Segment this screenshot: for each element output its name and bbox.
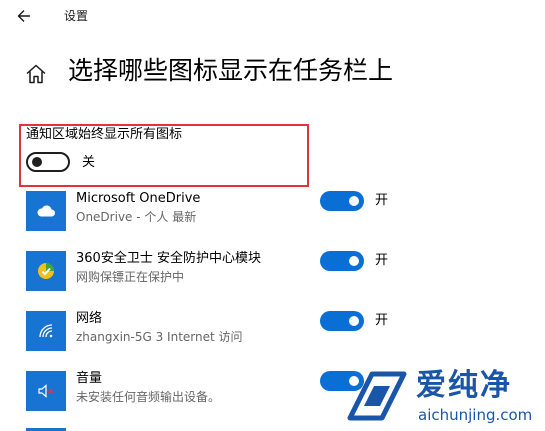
back-button[interactable] (14, 6, 36, 26)
app-name: 网络 (76, 311, 103, 326)
toggle-knob (349, 256, 359, 266)
app-row-network: 网络 zhangxin-5G 3 Internet 访问 开 (0, 308, 545, 364)
watermark-name: 爱纯净 (416, 368, 512, 403)
toggle-knob (32, 157, 42, 167)
watermark-logo-icon (347, 371, 407, 421)
app-subtitle: OneDrive - 个人 最新 (76, 210, 197, 224)
app-subtitle: 未安装任何音频输出设备。 (76, 390, 221, 404)
toggle-knob (349, 316, 359, 326)
speaker-muted-icon (38, 384, 54, 398)
title-bar: 设置 (0, 0, 545, 32)
toggle-onedrive[interactable] (320, 191, 364, 211)
toggle-state: 开 (375, 193, 389, 208)
toggle-network[interactable] (320, 311, 364, 331)
toggle-state: 开 (375, 313, 389, 328)
window-title: 设置 (64, 9, 89, 23)
app-name: 音量 (76, 371, 103, 386)
app-icon-tile (26, 251, 66, 291)
app-subtitle: 网购保镖正在保护中 (76, 270, 185, 284)
page-title: 选择哪些图标显示在任务栏上 (68, 56, 394, 85)
app-icon-tile (26, 311, 66, 351)
app-subtitle: zhangxin-5G 3 Internet 访问 (76, 330, 243, 344)
app-name: Microsoft OneDrive (76, 191, 201, 206)
always-show-all-icons-state: 关 (82, 155, 96, 170)
back-arrow-icon (17, 10, 30, 22)
toggle-360[interactable] (320, 251, 364, 271)
app-row-360: 360安全卫士 安全防护中心模块 网购保镖正在保护中 开 (0, 248, 545, 304)
cloud-icon (37, 205, 55, 217)
toggle-state: 开 (375, 253, 389, 268)
wifi-icon (39, 324, 53, 338)
360-shield-icon (38, 263, 54, 279)
always-show-all-icons-label: 通知区域始终显示所有图标 (26, 127, 183, 142)
home-icon (26, 64, 46, 84)
app-icon-tile (26, 371, 66, 411)
toggle-knob (349, 196, 359, 206)
app-name: 360安全卫士 安全防护中心模块 (76, 251, 261, 266)
app-icon-tile (26, 191, 66, 231)
app-row-onedrive: Microsoft OneDrive OneDrive - 个人 最新 开 (0, 188, 545, 244)
always-show-all-icons-toggle[interactable] (26, 152, 70, 172)
home-button[interactable] (24, 62, 48, 86)
watermark: 爱纯净 aichunjing.com (338, 364, 545, 431)
watermark-domain: aichunjing.com (418, 406, 533, 424)
